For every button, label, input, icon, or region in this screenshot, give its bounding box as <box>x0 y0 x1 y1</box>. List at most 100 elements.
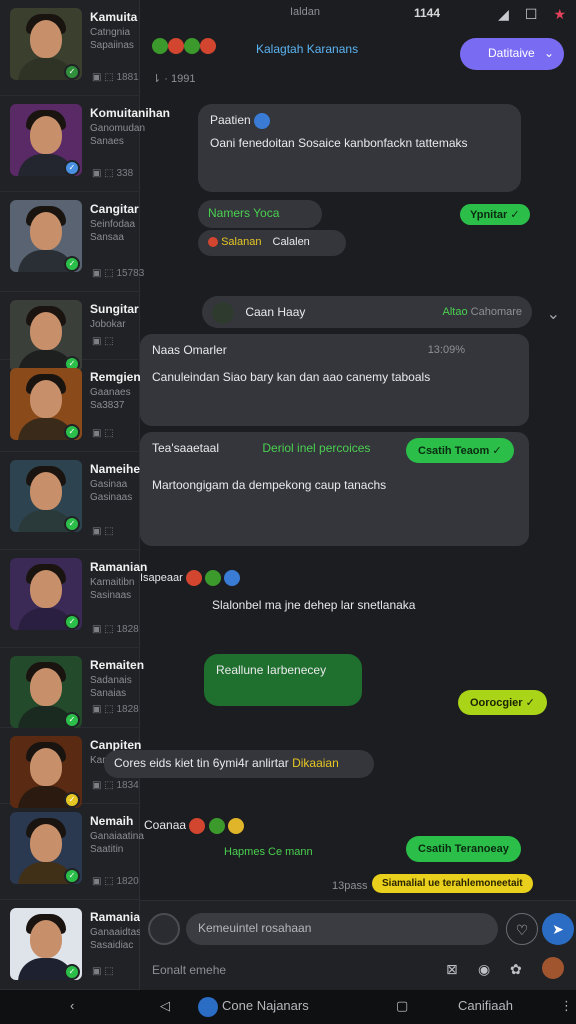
composer: Kemeuintel rosahaan ♡ ➤ Eonalt emehe ⊠ ◉… <box>140 900 576 990</box>
reaction-prefix: Coanaa <box>144 818 187 833</box>
message-input[interactable]: Kemeuintel rosahaan <box>186 913 498 945</box>
send-icon[interactable]: ➤ <box>542 913 574 945</box>
contact-name: Remaiten <box>90 658 145 672</box>
more-icon[interactable]: ⋮ <box>560 998 573 1014</box>
filter-dropdown[interactable]: Datitaive ⌄ <box>460 38 564 70</box>
message-text: Cores eids kiet tin 6ymi4r anlirtar <box>114 756 289 770</box>
reply-pill[interactable]: Csatih Teranoeay <box>406 836 521 862</box>
contact-item[interactable]: ✓ Ramanian Kamaitibn Sasinaas ▣ ⬚ 1828 <box>0 550 147 648</box>
contact-item[interactable]: ✓ Komuitanihan Ganomudan Sanaes ▣ ⬚ 338 <box>0 96 170 192</box>
message-text: Reallune Iarbenecey <box>216 663 327 677</box>
square-icon[interactable]: ▢ <box>396 998 408 1014</box>
contact-item[interactable]: ✓ Cangitar Seinfodaa Sansaa ▣ ⬚ 15783 <box>0 192 144 292</box>
thread-tag: Altao <box>442 306 468 318</box>
contact-subtitle: Gasinaa <box>90 479 128 490</box>
contact-name: Nameihe <box>90 462 141 476</box>
status-badge: ✓ <box>64 614 80 630</box>
settings-icon[interactable]: ✿ <box>510 961 522 978</box>
contact-name: Nemaih <box>90 814 134 828</box>
chevron-down-icon: ⌄ <box>543 46 554 60</box>
group-title[interactable]: Kalagtah Karanans <box>256 42 358 56</box>
status-badge: ✓ <box>64 64 80 80</box>
chip-label: Calalen <box>272 236 310 248</box>
contact-meta: ▣ ⬚ 1828 <box>92 704 139 715</box>
status-pill-label: Siamalial ue terahlemoneetait <box>382 878 523 889</box>
status-pill[interactable]: Siamalial ue terahlemoneetait <box>372 874 533 893</box>
contact-item[interactable]: ✓ Kamuita Catngnia Sapaiinas ▣ ⬚ 1881 <box>0 0 140 96</box>
chevron-down-icon[interactable]: ⌄ <box>547 304 560 324</box>
reaction-chip[interactable]: Salanan Calalen <box>198 230 346 256</box>
contact-subtitle: Saatitin <box>90 844 124 855</box>
contact-meta: ▣ ⬚ 1820 <box>92 876 139 887</box>
contact-meta: ▣ ⬚ 15783 <box>92 268 145 279</box>
message-text: Canuleindan Siao bary kan dan aao canemy… <box>152 370 431 384</box>
message-time: 13pass <box>332 880 368 892</box>
chip-label: Salanan <box>221 236 262 248</box>
app-icon[interactable] <box>198 997 218 1017</box>
contact-subtitle: Kamaitibn <box>90 577 135 588</box>
contact-subtitle: Sasinaas <box>90 590 132 601</box>
contact-item[interactable]: ✓ Remaiten Sadanais Sanaias ▣ ⬚ 1828 <box>0 648 144 728</box>
status-badge: ✓ <box>64 424 80 440</box>
status-badge: ✓ <box>64 868 80 884</box>
status-badge: ✓ <box>64 516 80 532</box>
message-author: Paatien <box>210 113 251 127</box>
signal-icon: ◢ <box>498 6 509 22</box>
reply-pill-label: Oorocgier <box>470 697 523 709</box>
contact-subtitle: Seinfodaa <box>90 219 136 230</box>
thread-header[interactable]: Caan Haay Altao Cahomare <box>202 296 532 328</box>
message-bubble[interactable]: Namers Yoca <box>198 200 322 228</box>
contact-subtitle: Sapaiinas <box>90 40 134 51</box>
nav-right-label[interactable]: Canifiaah <box>458 998 513 1013</box>
contact-subtitle: Sasaidiac <box>90 940 134 951</box>
sticker-icon[interactable]: ⊠ <box>446 961 458 978</box>
contact-subtitle: Ganaaidtas <box>90 927 142 938</box>
chat-area: Ialdan 1144 ◢ ☐ ★ Kalagtah Karanans Dati… <box>104 0 576 990</box>
contact-item[interactable]: ✓ Remgien Gaanaes Sa3837 ▣ ⬚ <box>0 360 141 452</box>
message-text: Hapmes Ce mann <box>224 846 313 858</box>
contact-subtitle: Sansaa <box>90 232 124 243</box>
message-text: Oani fenedoitan Sosaice kanbonfackn tatt… <box>210 136 468 150</box>
message-subtitle: Deriol inel percoices <box>262 441 371 455</box>
contact-meta: ▣ ⬚ 1881 <box>92 72 139 83</box>
contact-subtitle: Catngnia <box>90 27 131 38</box>
thread-tag2: Cahomare <box>470 306 522 318</box>
reaction-row: Coanaa <box>144 818 245 834</box>
message-text: Slalonbel ma jne dehep lar snetlanaka <box>212 598 416 612</box>
contact-subtitle: Jobokar <box>90 319 126 330</box>
reaction-row: Isapeaar <box>140 570 240 586</box>
contact-item[interactable]: ✓ Nameihe Gasinaa Gasinaas ▣ ⬚ <box>0 452 140 550</box>
dropdown-label: Datitaive <box>488 46 535 60</box>
contact-meta: ▣ ⬚ 1828 <box>92 624 139 635</box>
reply-pill[interactable]: Ypnitar ✓ <box>460 204 530 225</box>
header-meta: ⇂ · 1991 <box>152 73 196 85</box>
nav-bar: ‹ ◁ Cone Najanars ▢ Canifiaah ⋮ <box>0 990 576 1024</box>
triangle-icon[interactable]: ◁ <box>160 998 170 1014</box>
message-bubble[interactable]: Cores eids kiet tin 6ymi4r anlirtar Dika… <box>104 750 374 778</box>
reply-pill[interactable]: Csatih Teaom ✓ <box>406 438 514 463</box>
contact-subtitle: Ganaiaatina <box>90 831 144 842</box>
nav-center-label[interactable]: Cone Najanars <box>222 998 309 1013</box>
reply-pill[interactable]: Oorocgier ✓ <box>458 690 547 715</box>
avatar[interactable] <box>542 957 564 979</box>
message-bubble[interactable]: Reallune Iarbenecey <box>204 654 362 706</box>
contact-subtitle: Sadanais <box>90 675 132 686</box>
contact-item[interactable]: ✓ Ramaniaa Ganaaidtas Sasaidiac ▣ ⬚ <box>0 900 147 990</box>
contact-item[interactable]: ✓ Nemaih Ganaiaatina Saatitin ▣ ⬚ 1820 <box>0 804 144 900</box>
reply-pill-label: Csatih Teaom <box>418 445 490 457</box>
contact-item[interactable]: ✓ Sungitar Jobokar ▣ ⬚ <box>0 292 140 372</box>
heart-icon[interactable]: ♡ <box>506 913 538 945</box>
reaction-prefix: Isapeaar <box>140 571 183 584</box>
message-bubble[interactable]: Paatien Oani fenedoitan Sosaice kanbonfa… <box>198 104 521 192</box>
message-bubble[interactable]: Naas Omarler 13:09% Canuleindan Siao bar… <box>140 334 529 426</box>
composer-hint: Eonalt emehe <box>152 963 227 977</box>
status-icons: ◢ ☐ ★ <box>498 6 566 23</box>
contact-meta: ▣ ⬚ 1834 <box>92 780 139 791</box>
message-time: 13:09% <box>427 344 465 356</box>
camera-icon[interactable]: ◉ <box>478 961 490 978</box>
status-badge: ✓ <box>64 160 80 176</box>
contact-subtitle: Gaanaes <box>90 387 131 398</box>
back-icon[interactable]: ‹ <box>70 998 74 1013</box>
avatar[interactable] <box>148 913 180 945</box>
contact-name: Remgien <box>90 370 141 384</box>
